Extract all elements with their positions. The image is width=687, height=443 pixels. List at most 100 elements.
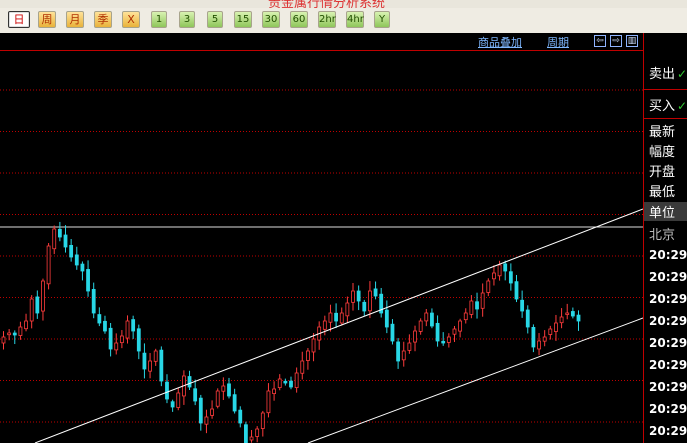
candle-body (396, 341, 401, 362)
candle-body (74, 254, 79, 266)
candle-body (215, 390, 220, 407)
candle-body (277, 378, 282, 389)
commodity-overlay-link[interactable]: 商品叠加 (478, 34, 522, 50)
period-button-7[interactable]: 5 (207, 11, 223, 28)
period-button-5[interactable]: 1 (151, 11, 167, 28)
quote-label-2: 开盘 (649, 161, 675, 180)
candle-body (356, 290, 361, 302)
candle-body (542, 336, 547, 342)
candle-body (108, 327, 113, 350)
candle-body (227, 383, 231, 397)
candle-body (249, 436, 254, 441)
candle-body (441, 340, 446, 344)
candle-body (221, 385, 226, 392)
candle-body (52, 228, 57, 250)
quote-label-2-text: 开盘 (649, 165, 676, 180)
candle-body (548, 328, 553, 335)
quote-time-3: 20:29 (649, 314, 687, 328)
chart-subbar: 商品叠加 周期 ⇦ ⇨ ▥ (0, 33, 643, 51)
quote-label-0-text: 最新 (649, 125, 676, 140)
candle-body (86, 269, 90, 292)
city-label-text: 北京 (649, 228, 676, 243)
candle-body (260, 412, 265, 429)
candle-body (306, 350, 310, 361)
candle-body (300, 360, 305, 374)
candle-body (452, 328, 457, 335)
unit-label-text: 单位 (649, 206, 676, 221)
period-button-9[interactable]: 30 (262, 11, 280, 28)
candle-body (492, 272, 496, 280)
candle-body (198, 397, 203, 424)
period-button-0[interactable]: 日 (8, 11, 30, 28)
candle-body (475, 301, 479, 310)
candle-body (57, 228, 62, 238)
arrow-left-icon[interactable]: ⇦ (594, 35, 606, 47)
period-button-10[interactable]: 60 (290, 11, 308, 28)
quote-label-3-text: 最低 (649, 185, 676, 200)
candle-body (12, 332, 17, 336)
cycle-link[interactable]: 周期 (547, 34, 569, 50)
candle-body (165, 381, 169, 400)
candle-body (136, 328, 141, 352)
candle-body (497, 264, 502, 277)
buy-label: 买入 ✓ (649, 95, 687, 114)
quote-time-6: 20:29 (649, 380, 687, 394)
period-button-3[interactable]: 季 (94, 11, 112, 28)
period-button-2[interactable]: 月 (66, 11, 84, 28)
period-button-4[interactable]: X (122, 11, 140, 28)
candle-body (176, 392, 181, 408)
sell-label-text: 卖出 (649, 67, 676, 82)
candle-body (503, 263, 508, 272)
candle-body (413, 330, 417, 343)
candle-body (148, 360, 152, 372)
candle-body (407, 342, 412, 351)
period-button-13[interactable]: Y (374, 11, 390, 28)
candle-body (520, 299, 525, 312)
candle-body (204, 416, 209, 425)
quote-time-1: 20:29 (649, 270, 687, 284)
candle-body (46, 245, 51, 285)
candle-body (119, 335, 124, 344)
candle-body (463, 312, 468, 321)
quote-separator-2 (644, 118, 687, 119)
check-icon: ✓ (677, 67, 687, 81)
candle-body (103, 320, 107, 332)
candle-body (125, 320, 130, 339)
candle-body (401, 350, 406, 361)
candle-body (283, 380, 288, 384)
candle-body (362, 301, 367, 312)
quote-separator-1 (644, 89, 687, 90)
candle-body (18, 326, 23, 336)
candle-body (69, 244, 74, 258)
candle-body (435, 322, 440, 342)
window-title: 贵金属行情分析系统 (268, 0, 386, 8)
candle-body (272, 388, 276, 394)
candle-body (63, 234, 68, 248)
candle-body (114, 342, 119, 351)
quote-panel: 卖出 ✓ 买入 ✓ 最新 幅度 开盘 最低 单位 北京 20:29 20:29 20:29 20:29 20… (643, 33, 687, 443)
candle-body (514, 281, 519, 300)
candle-body (29, 298, 34, 322)
candlestick-chart[interactable] (0, 51, 643, 443)
period-button-12[interactable]: 4hr (346, 11, 364, 28)
candle-body (142, 352, 147, 370)
candle-body (554, 322, 558, 332)
period-button-1[interactable]: 周 (38, 11, 56, 28)
candle-body (345, 302, 350, 317)
arrow-right-icon[interactable]: ⇨ (610, 35, 622, 47)
period-button-11[interactable]: 2hr (318, 11, 336, 28)
candle-body (565, 312, 570, 315)
window-titlebar: 贵金属行情分析系统 (0, 0, 687, 8)
candle-body (131, 319, 136, 332)
candle-body (334, 312, 338, 322)
candle-body (255, 428, 260, 437)
period-button-6[interactable]: 3 (179, 11, 195, 28)
candle-body (294, 372, 299, 389)
panel-toggle-icon[interactable]: ▥ (626, 35, 638, 47)
period-button-8[interactable]: 15 (234, 11, 252, 28)
candle-body (480, 292, 485, 309)
sell-label: 卖出 ✓ (649, 63, 687, 82)
candle-body (24, 320, 28, 330)
lower-channel-line[interactable] (307, 317, 643, 443)
check-icon: ✓ (677, 99, 687, 113)
